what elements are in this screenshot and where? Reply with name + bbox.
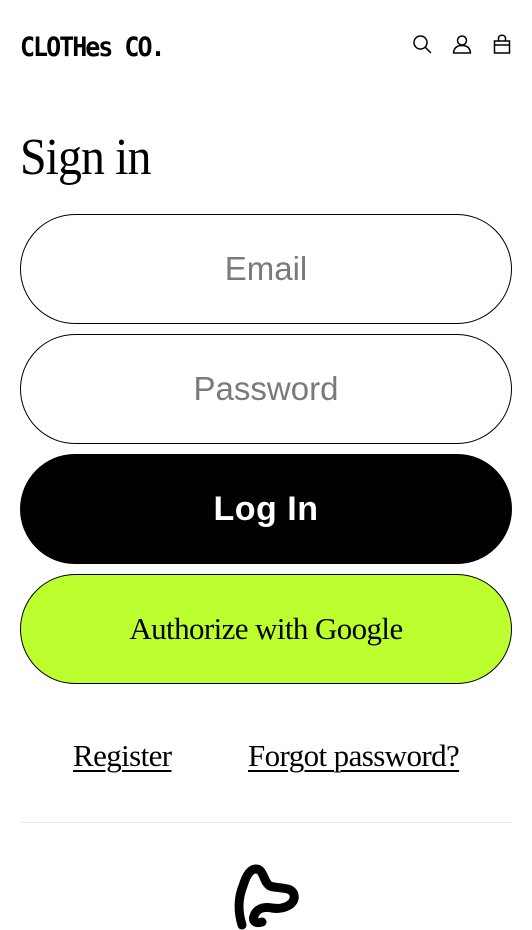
header-icons bbox=[412, 34, 512, 54]
footer-divider bbox=[20, 822, 512, 823]
search-icon[interactable] bbox=[412, 34, 432, 54]
password-field[interactable] bbox=[20, 334, 512, 444]
google-auth-button[interactable]: Authorize with Google bbox=[20, 574, 512, 684]
cart-icon[interactable] bbox=[492, 34, 512, 54]
email-field[interactable] bbox=[20, 214, 512, 324]
auth-links: Register Forgot password? bbox=[0, 736, 532, 776]
forgot-password-link[interactable]: Forgot password? bbox=[248, 736, 460, 776]
site-header: CLOTHes CO. bbox=[20, 28, 512, 68]
brand-logo[interactable]: CLOTHes CO. bbox=[20, 32, 166, 64]
register-link[interactable]: Register bbox=[73, 736, 172, 776]
login-button[interactable]: Log In bbox=[20, 454, 512, 564]
account-icon[interactable] bbox=[452, 34, 472, 54]
page-title: Sign in bbox=[20, 129, 151, 186]
brand-mark-icon bbox=[234, 864, 299, 930]
